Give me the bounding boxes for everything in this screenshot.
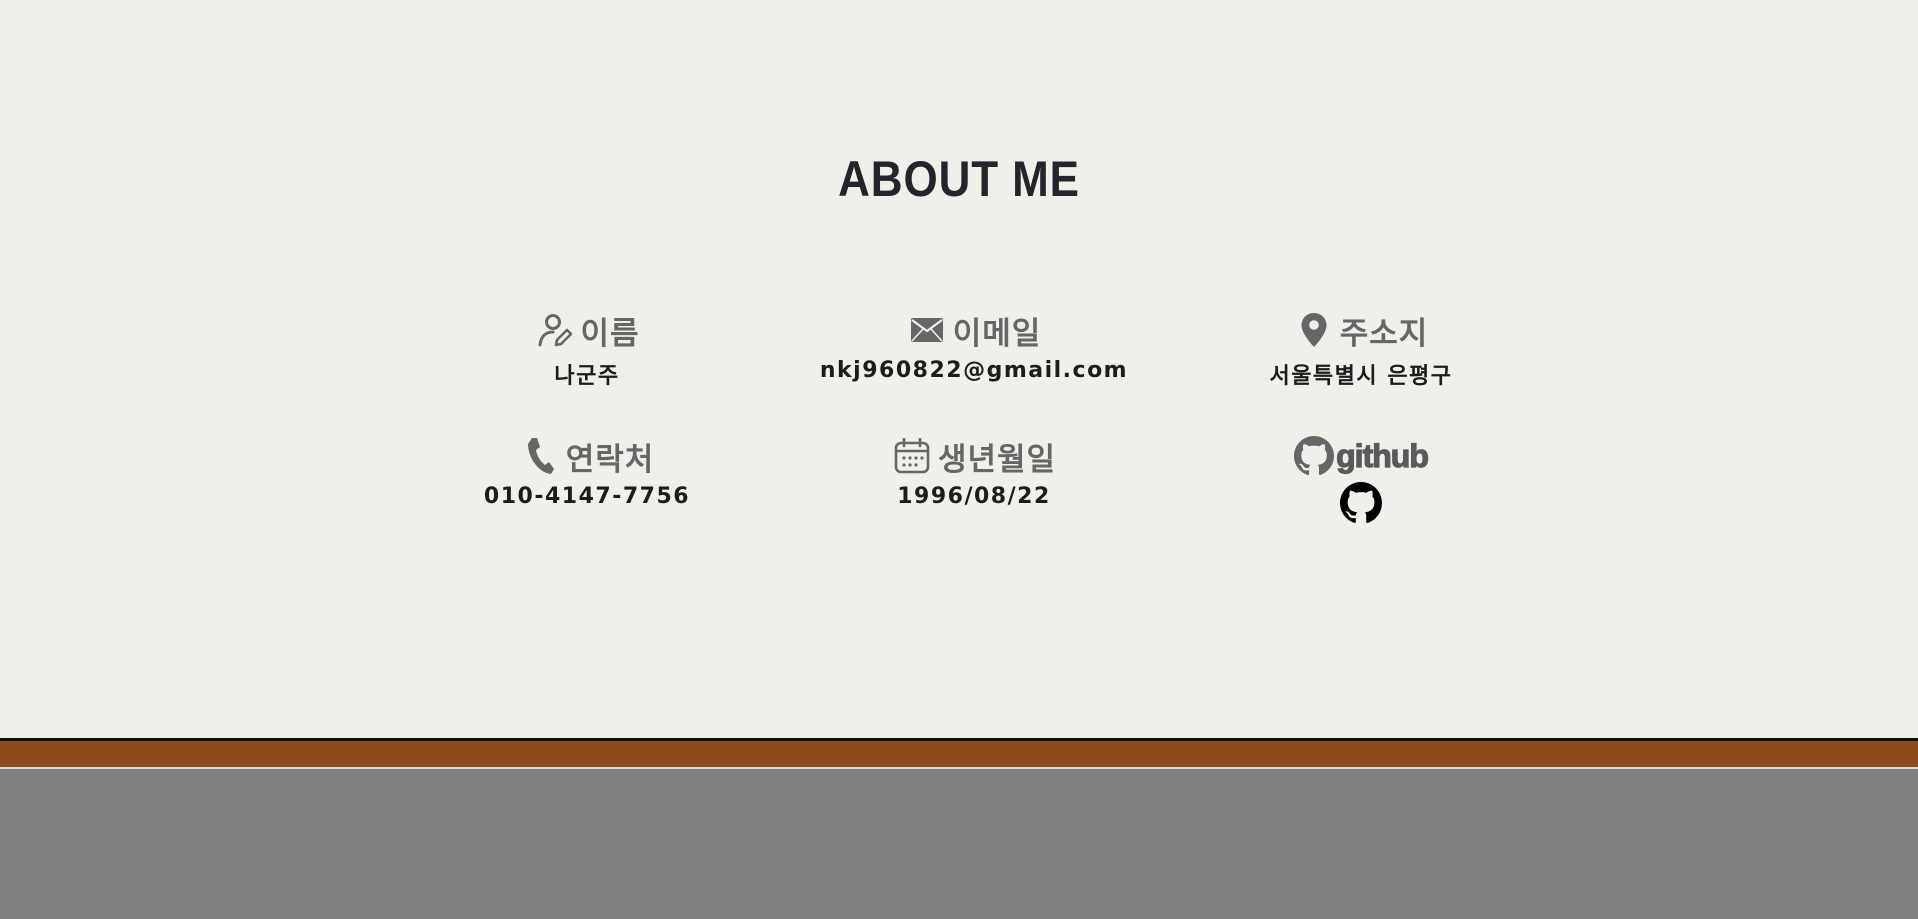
github-link[interactable]	[1340, 482, 1382, 524]
calendar-icon	[892, 436, 932, 476]
info-email-label: 이메일	[952, 315, 1042, 352]
about-me-section: ABOUT ME 이름 나군주 이메일 nkj960822@gmail.com …	[0, 0, 1918, 738]
info-name-label: 이름	[580, 315, 640, 352]
info-phone-header: 연락처	[397, 434, 777, 478]
user-pen-icon	[534, 310, 574, 350]
info-email: 이메일 nkj960822@gmail.com	[784, 308, 1164, 384]
footer-stripe	[0, 741, 1918, 767]
github-icon	[1294, 436, 1335, 476]
map-pin-icon	[1294, 310, 1334, 350]
info-name: 이름 나군주	[397, 308, 777, 390]
info-birthday-header: 생년월일	[784, 434, 1164, 478]
info-name-header: 이름	[397, 308, 777, 352]
envelope-icon	[907, 310, 947, 350]
info-email-header: 이메일	[784, 308, 1164, 352]
footer	[0, 769, 1918, 919]
info-address-value: 서울특별시 은평구	[1269, 364, 1453, 389]
info-github-label: github	[1336, 437, 1430, 474]
info-phone-value: 010-4147-7756	[483, 484, 691, 509]
info-birthday-value: 1996/08/22	[897, 484, 1051, 509]
info-phone-label: 연락처	[565, 441, 655, 478]
info-phone: 연락처 010-4147-7756	[397, 434, 777, 509]
info-birthday-label: 생년월일	[937, 441, 1057, 478]
phone-icon	[520, 436, 560, 476]
info-address: 주소지 서울특별시 은평구	[1171, 308, 1551, 390]
info-name-value: 나군주	[554, 364, 620, 389]
github-icon[interactable]	[1340, 482, 1382, 524]
section-title: ABOUT ME	[838, 151, 1080, 207]
info-github-header: github	[1171, 434, 1551, 478]
info-birthday: 생년월일 1996/08/22	[784, 434, 1164, 509]
info-github: github	[1171, 434, 1551, 528]
info-address-label: 주소지	[1339, 315, 1429, 352]
info-address-header: 주소지	[1171, 308, 1551, 352]
info-email-value: nkj960822@gmail.com	[819, 358, 1129, 383]
